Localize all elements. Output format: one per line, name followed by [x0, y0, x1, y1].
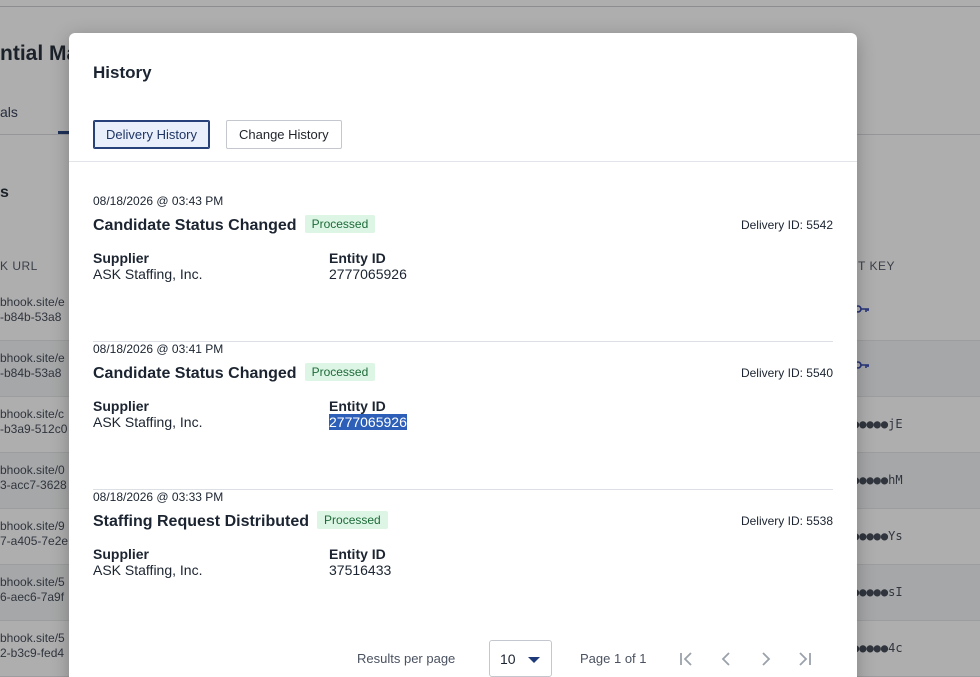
entry-event: Candidate Status Changed Processed [93, 215, 376, 235]
entity-value: 2777065926 [329, 266, 407, 282]
prev-page-icon [721, 652, 730, 666]
history-entry: 08/18/2026 @ 03:33 PM Staffing Request D… [93, 490, 833, 638]
status-badge: Processed [304, 363, 376, 381]
prev-page-button[interactable] [715, 649, 737, 669]
supplier-label: Supplier [93, 398, 150, 414]
entity-value-selected[interactable]: 2777065926 [329, 414, 407, 430]
history-entry: 08/18/2026 @ 03:43 PM Candidate Status C… [93, 194, 833, 342]
next-page-button[interactable] [755, 649, 777, 669]
per-page-select[interactable]: 10 [489, 640, 552, 677]
next-page-icon [762, 652, 771, 666]
modal-divider [69, 161, 857, 162]
entity-label: Entity ID [329, 250, 386, 266]
entry-date: 08/18/2026 @ 03:43 PM [93, 194, 224, 208]
last-page-icon [799, 652, 811, 666]
entity-label: Entity ID [329, 398, 386, 414]
delivery-id: Delivery ID: 5538 [740, 514, 833, 528]
tab-delivery-history[interactable]: Delivery History [93, 120, 211, 149]
delivery-id: Delivery ID: 5542 [740, 218, 833, 232]
entity-field: Entity ID 37516433 [329, 546, 391, 578]
status-badge: Processed [304, 215, 376, 233]
history-entry: 08/18/2026 @ 03:41 PM Candidate Status C… [93, 342, 833, 490]
entry-date: 08/18/2026 @ 03:41 PM [93, 342, 224, 356]
entity-field: Entity ID 2777065926 [329, 398, 407, 432]
status-badge: Processed [317, 511, 388, 529]
delivery-id: Delivery ID: 5540 [740, 366, 833, 380]
entity-value: 37516433 [329, 562, 392, 578]
last-page-button[interactable] [794, 649, 816, 669]
per-page-value: 10 [500, 651, 516, 667]
supplier-field: Supplier ASK Staffing, Inc. [93, 250, 202, 282]
first-page-icon [680, 652, 692, 666]
supplier-field: Supplier ASK Staffing, Inc. [93, 398, 202, 430]
entry-date: 08/18/2026 @ 03:33 PM [93, 490, 224, 504]
history-modal: History Delivery History Change History … [69, 33, 857, 677]
entry-event: Candidate Status Changed Processed [93, 363, 376, 383]
first-page-button[interactable] [675, 649, 697, 669]
tab-change-history[interactable]: Change History [226, 120, 342, 149]
supplier-value: ASK Staffing, Inc. [93, 266, 203, 282]
entity-field: Entity ID 2777065926 [329, 250, 407, 282]
results-per-page-label: Results per page [357, 651, 456, 666]
supplier-label: Supplier [93, 250, 150, 266]
page-info: Page 1 of 1 [580, 651, 647, 666]
supplier-label: Supplier [93, 546, 150, 562]
entity-label: Entity ID [329, 546, 386, 562]
pagination: Results per page 10 Page 1 of 1 [69, 639, 857, 677]
supplier-field: Supplier ASK Staffing, Inc. [93, 546, 202, 578]
supplier-value: ASK Staffing, Inc. [93, 562, 203, 578]
supplier-value: ASK Staffing, Inc. [93, 414, 203, 430]
caret-down-icon [528, 657, 540, 663]
modal-title: History [93, 63, 152, 82]
entry-event: Staffing Request Distributed Processed [93, 511, 388, 531]
